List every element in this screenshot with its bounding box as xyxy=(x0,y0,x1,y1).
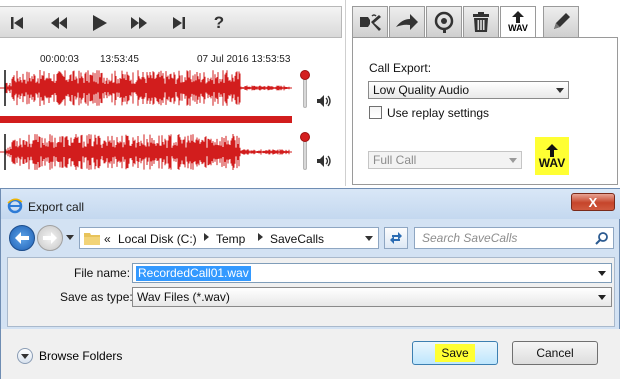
cancel-button-label: Cancel xyxy=(536,346,574,360)
forward-arrow-icon xyxy=(396,14,418,30)
help-icon: ? xyxy=(213,13,225,32)
cancel-button[interactable]: Cancel xyxy=(512,341,598,365)
use-replay-settings-checkbox[interactable] xyxy=(369,106,382,119)
file-name-value: RecordedCall01.wav xyxy=(136,266,251,281)
chevron-right-icon[interactable] xyxy=(258,233,263,241)
chevron-right-icon[interactable] xyxy=(204,233,209,241)
chevron-down-icon xyxy=(556,88,564,93)
wrench-icon xyxy=(360,14,381,31)
save-form: File name: RecordedCall01.wav Save as ty… xyxy=(7,257,615,327)
rewind-button[interactable] xyxy=(46,11,72,35)
play-button[interactable] xyxy=(86,11,112,35)
save-button-label: Save xyxy=(435,344,475,362)
save-type-select[interactable]: Wav Files (*.wav) xyxy=(132,287,612,307)
export-quality-select[interactable]: Low Quality Audio xyxy=(368,81,569,99)
tab-export[interactable]: WAV xyxy=(500,6,536,38)
skip-to-end-button[interactable] xyxy=(166,11,192,35)
navigation-bar: « Local Disk (C:) Temp SaveCalls Search … xyxy=(1,223,620,253)
elapsed-time: 00:00:03 xyxy=(40,54,79,65)
address-bar[interactable]: « Local Disk (C:) Temp SaveCalls xyxy=(79,227,379,249)
browser-app-icon xyxy=(7,198,23,214)
skip-to-end-icon xyxy=(173,17,185,29)
play-icon xyxy=(93,15,107,31)
back-button[interactable] xyxy=(9,225,35,251)
dialog-footer: Browse Folders Save Cancel xyxy=(1,329,620,379)
save-button[interactable]: Save xyxy=(412,341,498,365)
export-tab-body: Call Export: Low Quality Audio Use repla… xyxy=(352,37,618,185)
clock-time: 13:53:45 xyxy=(100,54,139,65)
waveform-channel-1[interactable] xyxy=(0,68,292,108)
refresh-icon xyxy=(390,232,402,244)
close-icon: X xyxy=(588,194,598,210)
close-button[interactable]: X xyxy=(571,193,615,211)
breadcrumb-temp[interactable]: Temp xyxy=(216,232,245,246)
tab-search[interactable] xyxy=(426,6,462,38)
file-name-input[interactable]: RecordedCall01.wav xyxy=(132,263,612,283)
export-wav-label: WAV xyxy=(538,155,566,170)
export-quality-value: Low Quality Audio xyxy=(373,83,470,97)
breadcrumb-savecalls[interactable]: SaveCalls xyxy=(270,232,324,246)
breadcrumb-overflow[interactable]: « xyxy=(104,232,111,246)
transport-toolbar: ? xyxy=(0,6,342,38)
export-range-value: Full Call xyxy=(373,153,417,167)
tab-forward[interactable] xyxy=(389,6,425,38)
upload-arrow-icon xyxy=(546,143,558,157)
export-wav-button[interactable]: WAV xyxy=(535,137,569,175)
folder-icon xyxy=(84,233,100,245)
save-type-value: Wav Files (*.wav) xyxy=(137,290,230,304)
use-replay-settings-label: Use replay settings xyxy=(387,106,490,120)
refresh-button[interactable] xyxy=(384,227,408,249)
tab-export-label: WAV xyxy=(508,23,528,33)
tab-settings[interactable] xyxy=(352,6,388,38)
upload-arrow-icon xyxy=(512,11,524,23)
search-input[interactable]: Search SaveCalls xyxy=(414,227,614,249)
browse-folders-label: Browse Folders xyxy=(39,349,123,363)
forward-arrow-icon xyxy=(43,232,57,244)
export-call-dialog: Export call X « Local Disk (C:) Temp Sav… xyxy=(0,188,620,379)
tab-edit[interactable] xyxy=(543,6,579,38)
back-arrow-icon xyxy=(15,232,29,244)
dialog-titlebar[interactable]: Export call X xyxy=(1,189,620,219)
recent-locations-chevron-icon[interactable] xyxy=(66,235,74,240)
address-dropdown-icon[interactable] xyxy=(365,236,373,241)
rewind-icon xyxy=(51,17,67,29)
breadcrumb-local-disk[interactable]: Local Disk (C:) xyxy=(118,232,197,246)
help-button[interactable]: ? xyxy=(206,11,232,35)
end-datetime: 07 Jul 2016 13:53:53 xyxy=(197,54,291,65)
search-icon xyxy=(595,232,608,245)
fast-forward-button[interactable] xyxy=(126,11,152,35)
trash-icon xyxy=(473,12,489,32)
chevron-down-icon xyxy=(598,295,606,300)
chevron-down-icon[interactable] xyxy=(598,271,606,276)
skip-to-start-icon xyxy=(11,17,23,29)
fast-forward-icon xyxy=(131,17,147,29)
volume-icon[interactable] xyxy=(316,154,332,168)
audio-player-panel: ? 00:00:03 13:53:45 07 Jul 2016 13:53:53 xyxy=(0,0,346,186)
magnify-icon xyxy=(434,11,454,33)
volume-icon[interactable] xyxy=(316,94,332,108)
call-actions-panel: WAV Call Export: Low Quality Audio Use r… xyxy=(352,0,620,186)
browse-folders-toggle[interactable]: Browse Folders xyxy=(17,348,122,364)
export-range-select: Full Call xyxy=(368,151,522,169)
channel-1-volume-slider[interactable] xyxy=(300,70,310,108)
tab-delete[interactable] xyxy=(463,6,499,38)
search-placeholder: Search SaveCalls xyxy=(422,231,518,245)
waveform-channel-2[interactable] xyxy=(0,132,292,172)
channel-2-volume-slider[interactable] xyxy=(300,132,310,170)
call-export-label: Call Export: xyxy=(369,61,432,75)
skip-to-start-button[interactable] xyxy=(4,11,30,35)
save-type-label: Save as type: xyxy=(60,290,133,304)
slider-knob[interactable] xyxy=(300,70,310,80)
playback-progress-bar[interactable] xyxy=(0,116,292,123)
expand-icon xyxy=(17,348,33,364)
forward-button[interactable] xyxy=(37,225,63,251)
file-name-label: File name: xyxy=(74,266,131,280)
pencil-icon xyxy=(554,13,570,29)
slider-knob[interactable] xyxy=(300,132,310,142)
action-tabs: WAV xyxy=(352,6,582,38)
dialog-title: Export call xyxy=(28,200,85,214)
chevron-down-icon xyxy=(509,158,517,163)
timeline-ruler: 00:00:03 13:53:45 07 Jul 2016 13:53:53 xyxy=(0,54,300,68)
